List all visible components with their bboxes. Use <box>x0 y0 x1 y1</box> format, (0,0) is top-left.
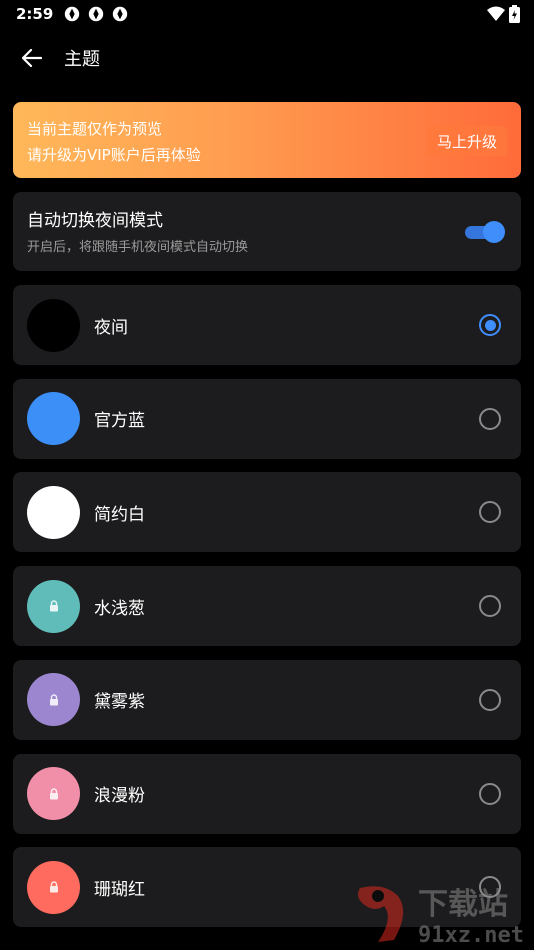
notification-icons <box>63 5 129 23</box>
auto-night-card: 自动切换夜间模式 开启后，将跟随手机夜间模式自动切换 <box>13 192 521 271</box>
lock-icon <box>49 881 58 893</box>
vip-banner: 当前主题仅作为预览 请升级为VIP账户后再体验 马上升级 <box>13 102 521 178</box>
theme-name: 水浅葱 <box>94 598 145 619</box>
theme-option[interactable]: 浪漫粉 <box>13 753 521 834</box>
notification-icon <box>113 6 128 22</box>
theme-radio[interactable] <box>479 782 501 805</box>
battery-icon <box>509 5 520 23</box>
watermark-brand: 下载站 <box>418 887 508 922</box>
arrow-left-icon <box>22 49 42 67</box>
theme-name: 简约白 <box>94 504 145 525</box>
theme-option[interactable]: 简约白 <box>13 472 521 553</box>
theme-option[interactable]: 夜间 <box>13 285 521 365</box>
page-title: 主题 <box>64 49 100 70</box>
upgrade-button[interactable]: 马上升级 <box>426 126 507 156</box>
watermark-domain: 91xz.net <box>418 923 524 948</box>
theme-swatch <box>27 298 80 352</box>
auto-night-switch[interactable] <box>465 221 505 243</box>
auto-night-title: 自动切换夜间模式 <box>27 211 163 231</box>
theme-radio[interactable] <box>479 407 501 430</box>
status-time: 2:59 <box>16 5 54 23</box>
theme-swatch <box>27 392 80 446</box>
theme-name: 浪漫粉 <box>94 786 145 806</box>
notification-icon <box>65 6 80 22</box>
theme-option[interactable]: 黛雾紫 <box>13 659 521 740</box>
theme-swatch <box>27 579 80 633</box>
theme-name: 官方蓝 <box>94 411 145 432</box>
notification-icon <box>89 6 104 22</box>
theme-swatch <box>27 860 80 914</box>
app-bar: 主题 <box>0 36 534 80</box>
back-button[interactable] <box>0 36 64 80</box>
theme-radio[interactable] <box>479 314 501 336</box>
lock-icon <box>49 694 58 706</box>
theme-radio[interactable] <box>479 501 501 524</box>
auto-night-subtitle: 开启后，将跟随手机夜间模式自动切换 <box>27 240 249 255</box>
theme-swatch <box>27 673 80 727</box>
switch-knob <box>483 221 505 243</box>
theme-swatch <box>27 485 80 539</box>
theme-radio[interactable] <box>479 595 501 618</box>
theme-name: 黛雾紫 <box>94 692 145 713</box>
theme-radio[interactable] <box>479 688 501 711</box>
lock-icon <box>49 787 58 799</box>
watermark-logo: 下载站 91xz.net <box>358 886 524 948</box>
status-bar: 2:59 <box>0 0 534 28</box>
theme-name: 夜间 <box>94 317 128 338</box>
theme-swatch <box>27 767 80 820</box>
wifi-icon <box>487 6 505 21</box>
theme-option[interactable]: 官方蓝 <box>13 378 521 459</box>
theme-option[interactable]: 水浅葱 <box>13 566 521 647</box>
lock-icon <box>49 600 58 612</box>
